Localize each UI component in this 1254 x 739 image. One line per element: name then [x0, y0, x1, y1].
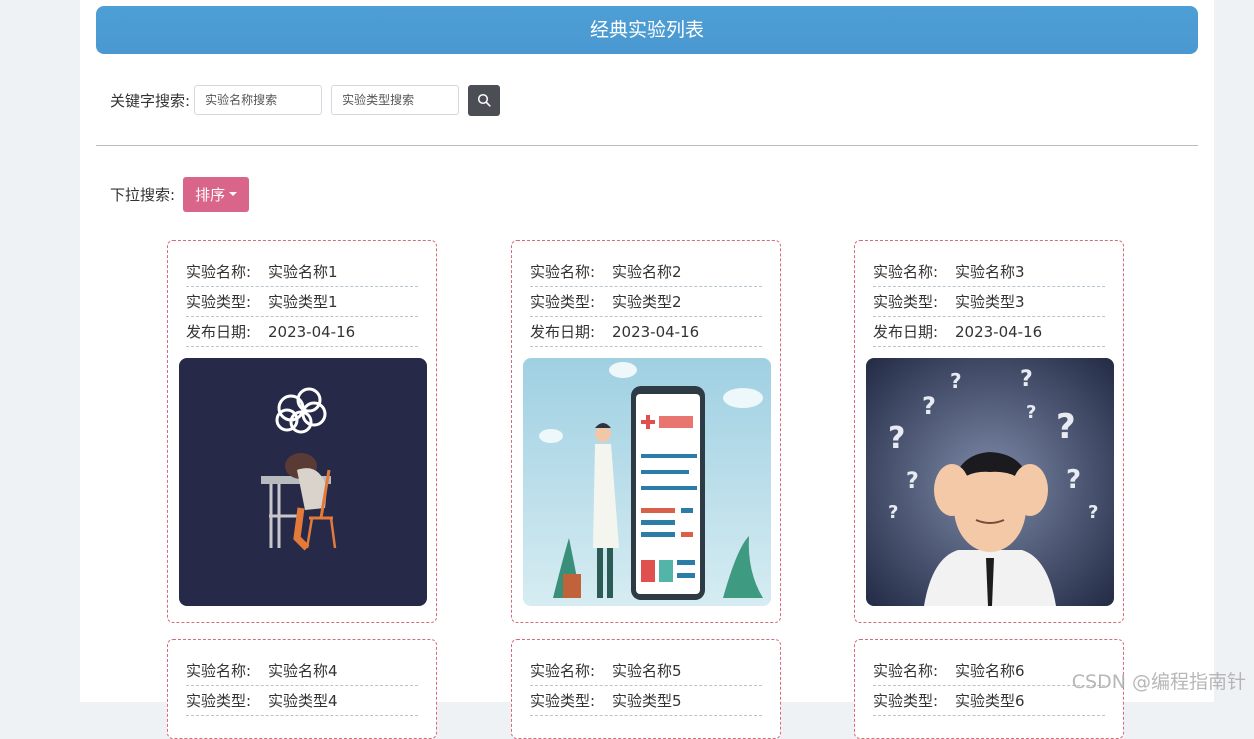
experiment-type: 实验类型1 [268, 293, 338, 311]
card-type-row: 实验类型:实验类型3 [873, 287, 1105, 317]
type-label: 实验类型: [186, 287, 268, 317]
card-type-row: 实验类型:实验类型2 [530, 287, 762, 317]
name-label: 实验名称: [530, 656, 612, 686]
experiment-image[interactable] [179, 358, 427, 606]
experiment-type: 实验类型4 [268, 692, 338, 710]
card-name-row: 实验名称:实验名称1 [186, 257, 418, 287]
sort-button-label: 排序 [195, 184, 225, 205]
experiment-card[interactable]: 实验名称:实验名称1 实验类型:实验类型1 发布日期:2023-04-16 [167, 240, 437, 623]
date-label: 发布日期: [186, 317, 268, 347]
experiment-card[interactable]: 实验名称:实验名称5 实验类型:实验类型5 [511, 639, 781, 739]
experiment-image[interactable]: ? ? ? ? ? ? ? ? ? ? [866, 358, 1114, 606]
experiment-type: 实验类型2 [612, 293, 682, 311]
name-label: 实验名称: [186, 257, 268, 287]
experiment-image[interactable] [523, 358, 771, 606]
publish-date: 2023-04-16 [955, 323, 1042, 341]
experiment-name: 实验名称1 [268, 263, 338, 281]
type-label: 实验类型: [186, 686, 268, 716]
card-type-row: 实验类型:实验类型4 [186, 686, 418, 716]
svg-text:?: ? [922, 392, 936, 420]
card-name-row: 实验名称:实验名称4 [186, 656, 418, 686]
search-label: 关键字搜索: [110, 90, 190, 111]
card-type-row: 实验类型:实验类型5 [530, 686, 762, 716]
sort-bar: 下拉搜索: 排序 [110, 176, 249, 212]
caret-down-icon [229, 192, 237, 196]
experiment-type-search-input[interactable] [331, 85, 459, 115]
type-label: 实验类型: [530, 287, 612, 317]
experiment-type: 实验类型3 [955, 293, 1025, 311]
card-name-row: 实验名称:实验名称3 [873, 257, 1105, 287]
svg-text:?: ? [1026, 402, 1036, 423]
card-date-row: 发布日期:2023-04-16 [873, 317, 1105, 347]
experiment-type: 实验类型6 [955, 692, 1025, 710]
publish-date: 2023-04-16 [612, 323, 699, 341]
page-title: 经典实验列表 [96, 6, 1198, 54]
card-type-row: 实验类型:实验类型6 [873, 686, 1105, 716]
experiment-name: 实验名称4 [268, 662, 338, 680]
svg-text:?: ? [1066, 465, 1081, 495]
experiment-name: 实验名称2 [612, 263, 682, 281]
type-label: 实验类型: [873, 287, 955, 317]
card-name-row: 实验名称:实验名称6 [873, 656, 1105, 686]
card-name-row: 实验名称:实验名称2 [530, 257, 762, 287]
search-icon [477, 93, 491, 107]
experiment-card[interactable]: 实验名称:实验名称3 实验类型:实验类型3 发布日期:2023-04-16 ? … [854, 240, 1124, 623]
type-label: 实验类型: [530, 686, 612, 716]
name-label: 实验名称: [873, 257, 955, 287]
svg-text:?: ? [906, 469, 919, 494]
date-label: 发布日期: [530, 317, 612, 347]
experiment-name: 实验名称3 [955, 263, 1025, 281]
svg-text:?: ? [1056, 407, 1076, 447]
date-label: 发布日期: [873, 317, 955, 347]
svg-text:?: ? [950, 369, 962, 393]
experiment-name: 实验名称5 [612, 662, 682, 680]
sort-dropdown-button[interactable]: 排序 [183, 177, 249, 212]
student-asleep-illustration [179, 358, 427, 606]
name-label: 实验名称: [186, 656, 268, 686]
sort-label: 下拉搜索: [110, 184, 175, 205]
experiment-type: 实验类型5 [612, 692, 682, 710]
card-name-row: 实验名称:实验名称5 [530, 656, 762, 686]
experiment-card[interactable]: 实验名称:实验名称2 实验类型:实验类型2 发布日期:2023-04-16 [511, 240, 781, 623]
card-date-row: 发布日期:2023-04-16 [530, 317, 762, 347]
confused-man-illustration: ? ? ? ? ? ? ? ? ? ? [866, 358, 1114, 606]
doctor-phone-illustration [523, 358, 771, 606]
svg-text:?: ? [1088, 502, 1098, 523]
publish-date: 2023-04-16 [268, 323, 355, 341]
experiment-name: 实验名称6 [955, 662, 1025, 680]
svg-text:?: ? [888, 421, 905, 456]
page: 经典实验列表 关键字搜索: 下拉搜索: 排序 实验名称:实验名称1 实验类型:实… [80, 0, 1214, 702]
experiment-name-search-input[interactable] [194, 85, 322, 115]
card-type-row: 实验类型:实验类型1 [186, 287, 418, 317]
search-bar: 关键字搜索: [110, 84, 500, 116]
search-button[interactable] [468, 85, 500, 116]
svg-text:?: ? [1020, 367, 1033, 392]
watermark: CSDN @编程指南针 [1072, 667, 1246, 694]
svg-text:?: ? [888, 502, 898, 523]
experiment-card[interactable]: 实验名称:实验名称4 实验类型:实验类型4 [167, 639, 437, 739]
card-date-row: 发布日期:2023-04-16 [186, 317, 418, 347]
name-label: 实验名称: [530, 257, 612, 287]
name-label: 实验名称: [873, 656, 955, 686]
type-label: 实验类型: [873, 686, 955, 716]
divider [96, 145, 1198, 146]
